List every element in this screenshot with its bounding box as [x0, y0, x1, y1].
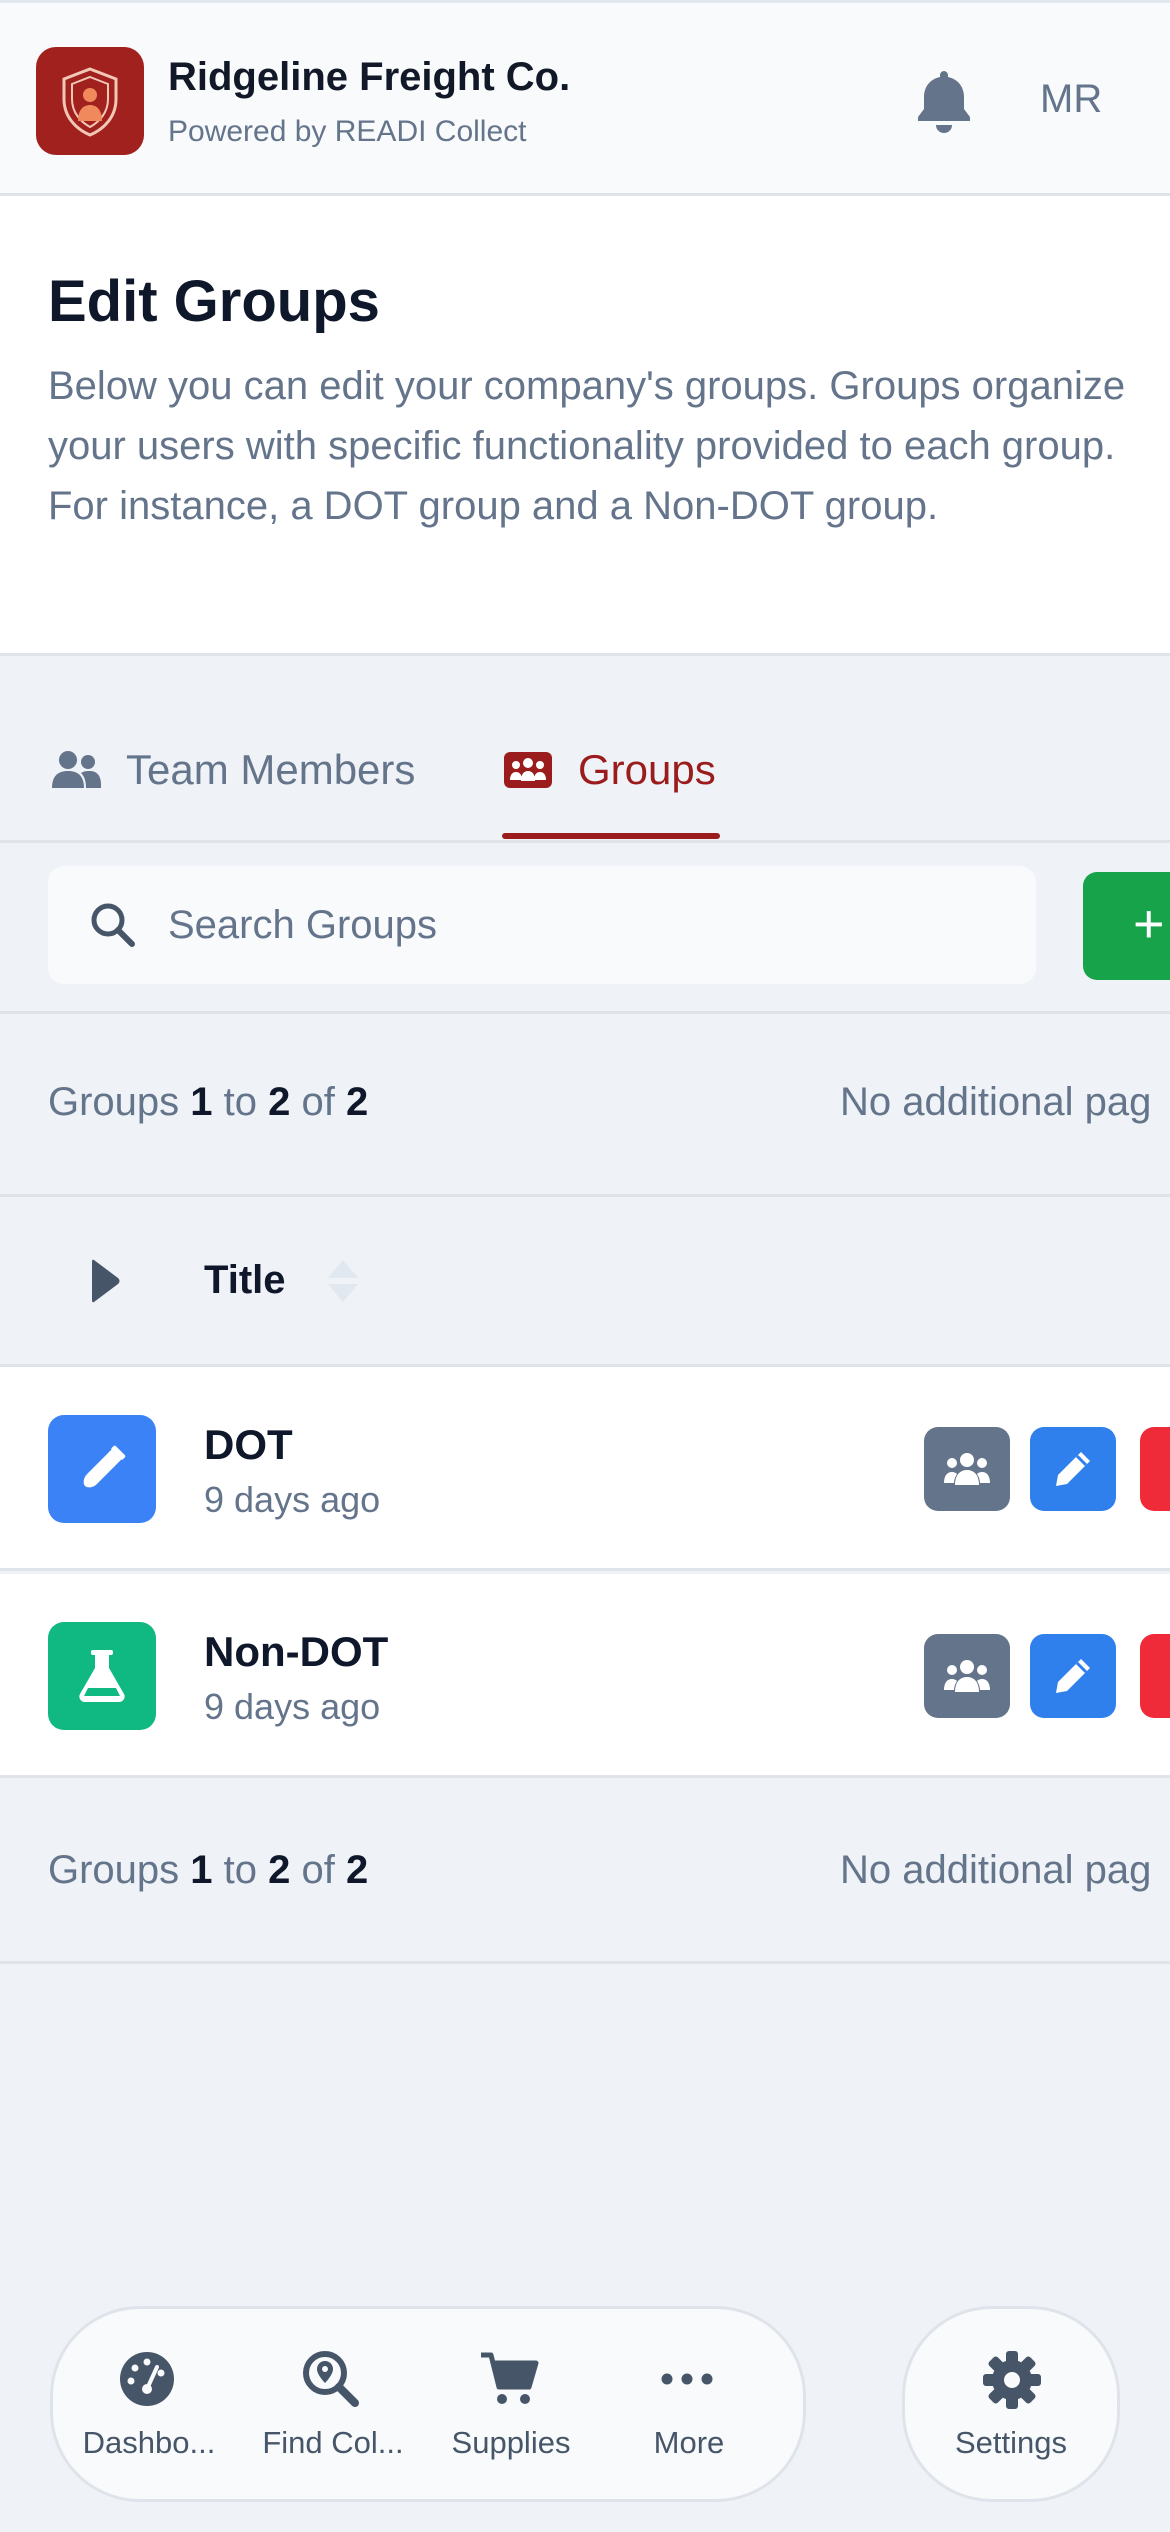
app-header: Ridgeline Freight Co. Powered by READI C… [0, 0, 1170, 196]
edit-button[interactable] [1030, 1427, 1116, 1511]
nav-item-find-collection[interactable]: Find Col... [245, 2309, 421, 2505]
users-icon [944, 1660, 990, 1692]
nav-label: Settings [954, 2425, 1067, 2460]
powered-by-text: Powered by READI Collect [168, 115, 527, 148]
shield-logo-icon [62, 67, 118, 137]
group-updated: 9 days ago [204, 1686, 381, 1727]
search-input[interactable] [168, 866, 1008, 984]
table-row[interactable]: DOT 9 days ago [0, 1367, 1170, 1571]
caret-right-icon[interactable] [90, 1258, 122, 1304]
search-bar [48, 866, 1036, 984]
edit-button[interactable] [1030, 1634, 1116, 1718]
search-icon [91, 903, 135, 947]
more-icon [661, 2373, 713, 2385]
group-title: DOT [204, 1421, 293, 1468]
nav-item-more[interactable]: More [601, 2309, 777, 2505]
row-avatar [48, 1622, 156, 1730]
divider [0, 1011, 1170, 1014]
test-tube-icon [83, 1445, 126, 1488]
active-tab-indicator [502, 833, 720, 839]
bell-icon[interactable] [914, 67, 974, 135]
nav-label: Dashbo... [82, 2425, 216, 2460]
flask-icon [79, 1650, 125, 1702]
groups-icon [504, 752, 552, 788]
tab-groups[interactable]: Groups [502, 746, 716, 794]
pagination-note: No additional pag [840, 1080, 1152, 1124]
sort-icon[interactable] [326, 1258, 360, 1304]
company-logo[interactable] [36, 47, 144, 155]
page-description: Below you can edit your company's groups… [48, 364, 1126, 528]
add-group-button[interactable]: + [1083, 872, 1170, 980]
nav-label: Find Col... [262, 2425, 404, 2460]
column-header-title[interactable]: Title [204, 1258, 286, 1303]
nav-label: More [653, 2425, 725, 2460]
manage-members-button[interactable] [924, 1427, 1010, 1511]
find-location-icon [303, 2351, 359, 2407]
users-icon [944, 1453, 990, 1485]
delete-button[interactable] [1140, 1634, 1170, 1718]
dashboard-icon [120, 2352, 174, 2406]
divider [0, 1961, 1170, 1964]
delete-button[interactable] [1140, 1427, 1170, 1511]
table-row[interactable]: Non-DOT 9 days ago [0, 1574, 1170, 1778]
tab-team-members[interactable]: Team Members [50, 746, 415, 794]
pencil-icon [1056, 1452, 1090, 1486]
table-header: Title [0, 1196, 1170, 1366]
settings-button[interactable]: Settings [902, 2306, 1120, 2502]
tab-groups-label: Groups [578, 746, 716, 793]
bottom-navigation: Dashbo... Find Col... Supplies More [50, 2306, 806, 2502]
company-name: Ridgeline Freight Co. [168, 55, 571, 99]
manage-members-button[interactable] [924, 1634, 1010, 1718]
nav-item-supplies[interactable]: Supplies [423, 2309, 599, 2505]
user-avatar[interactable]: MR [1040, 77, 1102, 122]
pagination-count: Groups 1 to 2 of 2 [48, 1848, 369, 1892]
group-updated: 9 days ago [204, 1479, 381, 1520]
tab-bar: Team Members Groups [0, 656, 1170, 843]
nav-label: Supplies [451, 2425, 571, 2460]
group-title: Non-DOT [204, 1628, 389, 1675]
gear-icon [983, 2351, 1041, 2409]
intro-section: Edit Groups Below you can edit your comp… [0, 196, 1170, 656]
users-icon [52, 751, 101, 788]
nav-item-dashboard[interactable]: Dashbo... [61, 2309, 237, 2505]
page-title: Edit Groups [48, 269, 380, 334]
cart-icon [481, 2352, 539, 2404]
pagination-count: Groups 1 to 2 of 2 [48, 1080, 369, 1124]
tab-team-members-label: Team Members [126, 746, 416, 793]
pagination-note: No additional pag [840, 1848, 1152, 1892]
pencil-icon [1056, 1659, 1090, 1693]
row-avatar [48, 1415, 156, 1523]
